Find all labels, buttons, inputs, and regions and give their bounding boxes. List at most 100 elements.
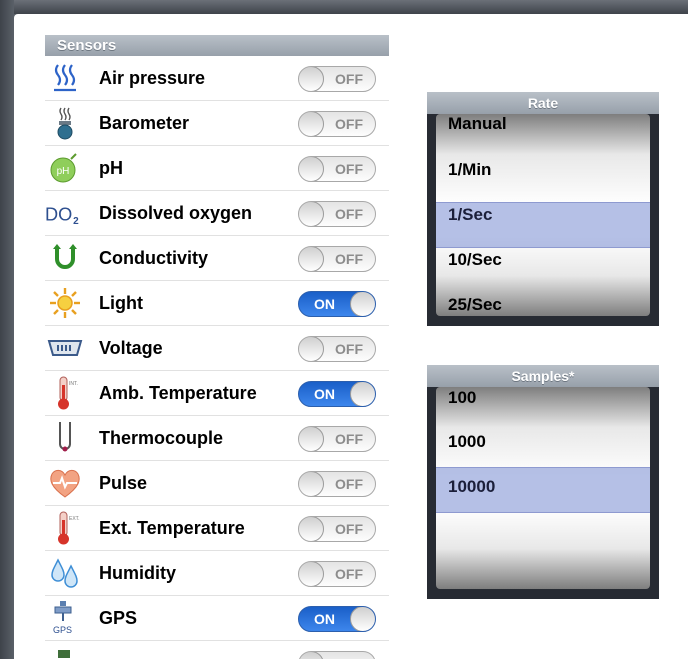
rate-option[interactable]: 1/Min	[448, 160, 491, 180]
toggle-knob	[299, 517, 324, 541]
sensor-label: Light	[99, 293, 143, 313]
pulse-icon	[45, 465, 85, 501]
samples-picker[interactable]: Samples* 100 1000 10000	[427, 365, 659, 599]
toggle-state-text: OFF	[335, 521, 363, 537]
sensor-row-air-pressure[interactable]: Air pressure OFF	[45, 56, 389, 101]
toggle-knob	[299, 112, 324, 136]
ext-temperature-icon: EXT.	[45, 510, 85, 546]
toggle-knob	[299, 472, 324, 496]
samples-picker-title: Samples*	[427, 365, 659, 387]
humidity-icon	[45, 555, 85, 591]
toggle-state-text: ON	[314, 386, 335, 402]
humidity-toggle[interactable]: OFF	[298, 561, 376, 587]
samples-picker-body: 100 1000 10000	[427, 387, 659, 599]
toggle-knob	[299, 427, 324, 451]
svg-text:2: 2	[73, 216, 79, 227]
toggle-state-text: OFF	[335, 431, 363, 447]
sensor-label: Ext. Temperature	[99, 518, 245, 538]
thermocouple-toggle[interactable]: OFF	[298, 426, 376, 452]
svg-text:INT.: INT.	[69, 381, 78, 387]
toggle-state-text: OFF	[335, 161, 363, 177]
svg-text:DO: DO	[45, 204, 72, 224]
thermocouple-icon	[45, 420, 85, 456]
generic-sensor-icon	[45, 645, 85, 659]
toggle-state-text: ON	[314, 296, 335, 312]
rate-option-selected[interactable]: 1/Sec	[448, 205, 492, 225]
sensor-row-voltage[interactable]: Voltage OFF	[45, 326, 389, 371]
sensor-row-dissolved-oxygen[interactable]: DO 2 Dissolved oxygen OFF	[45, 191, 389, 236]
samples-wheel[interactable]: 100 1000 10000	[436, 387, 650, 589]
toggle-knob	[350, 292, 375, 316]
sensor-row-thermocouple[interactable]: Thermocouple OFF	[45, 416, 389, 461]
sensor-row-humidity[interactable]: Humidity OFF	[45, 551, 389, 596]
toggle-state-text: OFF	[335, 206, 363, 222]
toggle-knob	[299, 247, 324, 271]
svg-text:EXT.: EXT.	[69, 516, 80, 522]
toggle-knob	[299, 202, 324, 226]
samples-option[interactable]: 100	[448, 388, 476, 408]
amb-temperature-icon: INT.	[45, 375, 85, 411]
sensor-row-pulse[interactable]: Pulse OFF	[45, 461, 389, 506]
ext-temperature-toggle[interactable]: OFF	[298, 516, 376, 542]
gps-icon: GPS	[45, 600, 85, 636]
sensor-row-ph[interactable]: pH pH OFF	[45, 146, 389, 191]
toggle-knob	[299, 67, 324, 91]
toggle-knob	[299, 652, 324, 659]
toggle-state-text: OFF	[335, 116, 363, 132]
toggle-state-text: OFF	[335, 71, 363, 87]
toggle-state-text: OFF	[335, 251, 363, 267]
rate-picker-body: Manual 1/Min 1/Sec 10/Sec 25/Sec	[427, 114, 659, 326]
sensor-label: Air pressure	[99, 68, 206, 88]
toggle-knob	[350, 607, 375, 631]
sensor-label: Conductivity	[99, 248, 209, 268]
air-pressure-icon	[45, 60, 85, 96]
toggle-knob	[299, 157, 324, 181]
sensor-row-barometer[interactable]: Barometer OFF	[45, 101, 389, 146]
rate-option[interactable]: Manual	[448, 114, 507, 134]
rate-picker[interactable]: Rate Manual 1/Min 1/Sec 10/Sec 25/Sec	[427, 92, 659, 326]
partial-toggle[interactable]	[298, 651, 376, 659]
samples-option-selected[interactable]: 10000	[448, 477, 495, 497]
toggle-state-text: OFF	[335, 476, 363, 492]
sensor-label: Pulse	[99, 473, 148, 493]
settings-panel: Sensors Air pressure OFF Barometer OFF p…	[14, 14, 688, 659]
rate-option[interactable]: 25/Sec	[448, 295, 502, 315]
barometer-toggle[interactable]: OFF	[298, 111, 376, 137]
sensors-list[interactable]: Sensors Air pressure OFF Barometer OFF p…	[45, 35, 389, 659]
air-pressure-toggle[interactable]: OFF	[298, 66, 376, 92]
dissolved-oxygen-icon: DO 2	[45, 195, 85, 231]
toggle-state-text: OFF	[335, 566, 363, 582]
sensor-row-partial[interactable]	[45, 641, 389, 659]
sensor-label: Barometer	[99, 113, 190, 133]
pulse-toggle[interactable]: OFF	[298, 471, 376, 497]
sensor-label: Dissolved oxygen	[99, 203, 253, 223]
voltage-icon	[45, 330, 85, 366]
sensor-row-amb-temperature[interactable]: INT. Amb. Temperature ON	[45, 371, 389, 416]
light-toggle[interactable]: ON	[298, 291, 376, 317]
window-frame-top	[0, 0, 688, 14]
toggle-knob	[299, 562, 324, 586]
samples-option[interactable]: 1000	[448, 432, 486, 452]
conductivity-toggle[interactable]: OFF	[298, 246, 376, 272]
sensor-label: Amb. Temperature	[99, 383, 257, 403]
ph-toggle[interactable]: OFF	[298, 156, 376, 182]
sensors-header: Sensors	[45, 35, 389, 56]
dissolved-oxygen-toggle[interactable]: OFF	[298, 201, 376, 227]
sensor-row-ext-temperature[interactable]: EXT. Ext. Temperature OFF	[45, 506, 389, 551]
sensor-row-conductivity[interactable]: Conductivity OFF	[45, 236, 389, 281]
toggle-state-text: ON	[314, 611, 335, 627]
amb-temperature-toggle[interactable]: ON	[298, 381, 376, 407]
gps-toggle[interactable]: ON	[298, 606, 376, 632]
rate-wheel[interactable]: Manual 1/Min 1/Sec 10/Sec 25/Sec	[436, 114, 650, 316]
sensor-label: Voltage	[99, 338, 163, 358]
voltage-toggle[interactable]: OFF	[298, 336, 376, 362]
sensor-row-light[interactable]: Light ON	[45, 281, 389, 326]
toggle-state-text: OFF	[335, 341, 363, 357]
barometer-icon	[45, 105, 85, 141]
sensor-label: pH	[99, 158, 123, 178]
toggle-knob	[299, 337, 324, 361]
sensor-label: GPS	[99, 608, 138, 628]
sensor-row-gps[interactable]: GPS GPS ON	[45, 596, 389, 641]
svg-text:pH: pH	[57, 166, 70, 177]
rate-option[interactable]: 10/Sec	[448, 250, 502, 270]
